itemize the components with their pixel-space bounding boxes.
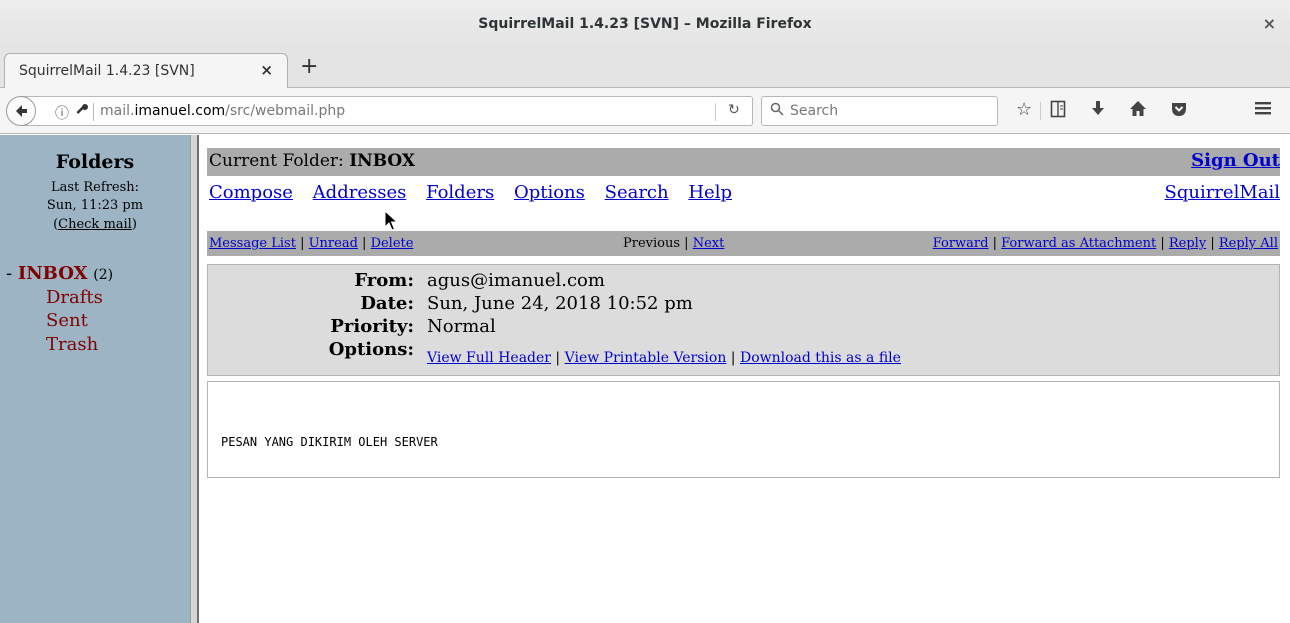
mouse-cursor-icon [384, 210, 398, 231]
info-icon[interactable]: ⓘ [55, 103, 69, 123]
reading-list-icon[interactable] [1050, 100, 1066, 123]
reply-link[interactable]: Reply [1169, 236, 1206, 251]
delete-link[interactable]: Delete [371, 236, 414, 251]
download-file-link[interactable]: Download this as a file [740, 350, 901, 366]
current-folder-bar: Current Folder: INBOX Sign Out [207, 148, 1280, 176]
current-folder-name: INBOX [349, 151, 416, 171]
header-options: View Full Header | View Printable Versio… [427, 350, 901, 366]
folder-sent[interactable]: Sent [46, 310, 88, 331]
reply-all-link[interactable]: Reply All [1219, 236, 1278, 251]
view-printable-link[interactable]: View Printable Version [565, 350, 727, 366]
window-title: SquirrelMail 1.4.23 [SVN] – Mozilla Fire… [478, 16, 812, 32]
tab-squirrelmail[interactable]: SquirrelMail 1.4.23 [SVN] × [4, 53, 288, 89]
back-icon [13, 104, 29, 123]
from-value: agus@imanuel.com [427, 270, 605, 291]
tab-close-button[interactable]: × [260, 61, 273, 79]
msgnav-right: Forward | Forward as Attachment | Reply … [932, 236, 1278, 251]
message-body: PESAN YANG DIKIRIM OLEH SERVER [207, 381, 1280, 478]
menu-help[interactable]: Help [688, 182, 732, 203]
search-icon [770, 102, 784, 120]
squirrelmail-link[interactable]: SquirrelMail [1165, 182, 1281, 203]
next-link[interactable]: Next [693, 236, 725, 251]
reload-icon[interactable]: ↻ [728, 102, 740, 118]
check-mail-line: (Check mail) [53, 217, 137, 232]
unread-link[interactable]: Unread [309, 236, 358, 251]
window-titlebar: SquirrelMail 1.4.23 [SVN] – Mozilla Fire… [0, 0, 1290, 48]
url-text[interactable]: mail.imanuel.com/src/webmail.php [100, 103, 345, 119]
message-list-link[interactable]: Message List [209, 236, 296, 251]
options-label: Options: [328, 339, 414, 360]
folder-dash: - [6, 263, 18, 284]
date-label: Date: [360, 293, 414, 314]
frame-divider[interactable] [190, 135, 199, 623]
msgnav-left: Message List | Unread | Delete [209, 236, 414, 251]
forward-attachment-link[interactable]: Forward as Attachment [1001, 236, 1156, 251]
folder-inbox[interactable]: - INBOX (2) [6, 263, 113, 284]
key-icon[interactable] [75, 103, 89, 121]
bookmark-star-icon[interactable]: ☆ [1016, 100, 1032, 120]
tab-strip: SquirrelMail 1.4.23 [SVN] × + [0, 48, 1290, 89]
nav-toolbar: ⓘ mail.imanuel.com/src/webmail.php ↻ Sea… [0, 88, 1290, 134]
home-icon[interactable] [1129, 100, 1147, 123]
check-mail-link[interactable]: Check mail [58, 217, 132, 232]
pocket-icon[interactable] [1170, 100, 1188, 123]
message-view: Current Folder: INBOX Sign Out Compose A… [207, 135, 1280, 623]
folder-drafts[interactable]: Drafts [46, 287, 103, 308]
menu-addresses[interactable]: Addresses [313, 182, 407, 203]
previous-label: Previous [623, 236, 681, 251]
menu-compose[interactable]: Compose [209, 182, 293, 203]
new-tab-button[interactable]: + [300, 54, 318, 79]
download-icon[interactable] [1090, 100, 1106, 123]
search-placeholder: Search [790, 103, 839, 119]
current-folder-prefix: Current Folder: [209, 151, 350, 171]
priority-label: Priority: [330, 316, 414, 337]
refresh-time: Sun, 11:23 pm [46, 198, 144, 213]
date-value: Sun, June 24, 2018 10:52 pm [427, 293, 693, 314]
url-host: mail. [100, 103, 135, 119]
from-label: From: [354, 270, 414, 291]
url-bar[interactable]: ⓘ mail.imanuel.com/src/webmail.php ↻ [20, 96, 753, 126]
url-path: /src/webmail.php [225, 103, 346, 119]
page-content: Folders Last Refresh: Sun, 11:23 pm (Che… [0, 135, 1290, 623]
message-body-text: PESAN YANG DIKIRIM OLEH SERVER [221, 435, 438, 449]
folder-inbox-count: (2) [93, 267, 114, 283]
menu-icon[interactable] [1254, 100, 1272, 121]
url-separator [93, 103, 94, 121]
folder-inbox-label: INBOX [17, 263, 88, 284]
menu-folders[interactable]: Folders [426, 182, 494, 203]
forward-link[interactable]: Forward [933, 236, 989, 251]
view-full-header-link[interactable]: View Full Header [427, 350, 551, 366]
msgnav-mid: Previous | Next [623, 236, 725, 251]
folders-title: Folders [55, 151, 135, 173]
menu-options[interactable]: Options [514, 182, 585, 203]
message-header: From: agus@imanuel.com Date: Sun, June 2… [207, 264, 1280, 376]
tab-title: SquirrelMail 1.4.23 [SVN] [19, 63, 195, 79]
current-folder-label: Current Folder: INBOX [209, 151, 415, 171]
menu-search[interactable]: Search [605, 182, 669, 203]
folder-trash[interactable]: Trash [46, 334, 98, 355]
message-nav-bar: Message List | Unread | Delete Previous … [207, 231, 1280, 256]
refresh-label: Last Refresh: [50, 180, 140, 195]
sign-out-link[interactable]: Sign Out [1191, 150, 1280, 171]
search-bar[interactable]: Search [761, 96, 998, 126]
reload-separator [715, 103, 716, 121]
folder-pane: Folders Last Refresh: Sun, 11:23 pm (Che… [0, 135, 190, 623]
main-menu: Compose Addresses Folders Options Search… [209, 182, 746, 203]
toolbar-separator [1040, 102, 1041, 120]
url-domain: imanuel.com [134, 103, 226, 119]
priority-value: Normal [427, 316, 496, 337]
back-button[interactable] [6, 96, 36, 126]
window-close-button[interactable]: × [1263, 14, 1276, 33]
